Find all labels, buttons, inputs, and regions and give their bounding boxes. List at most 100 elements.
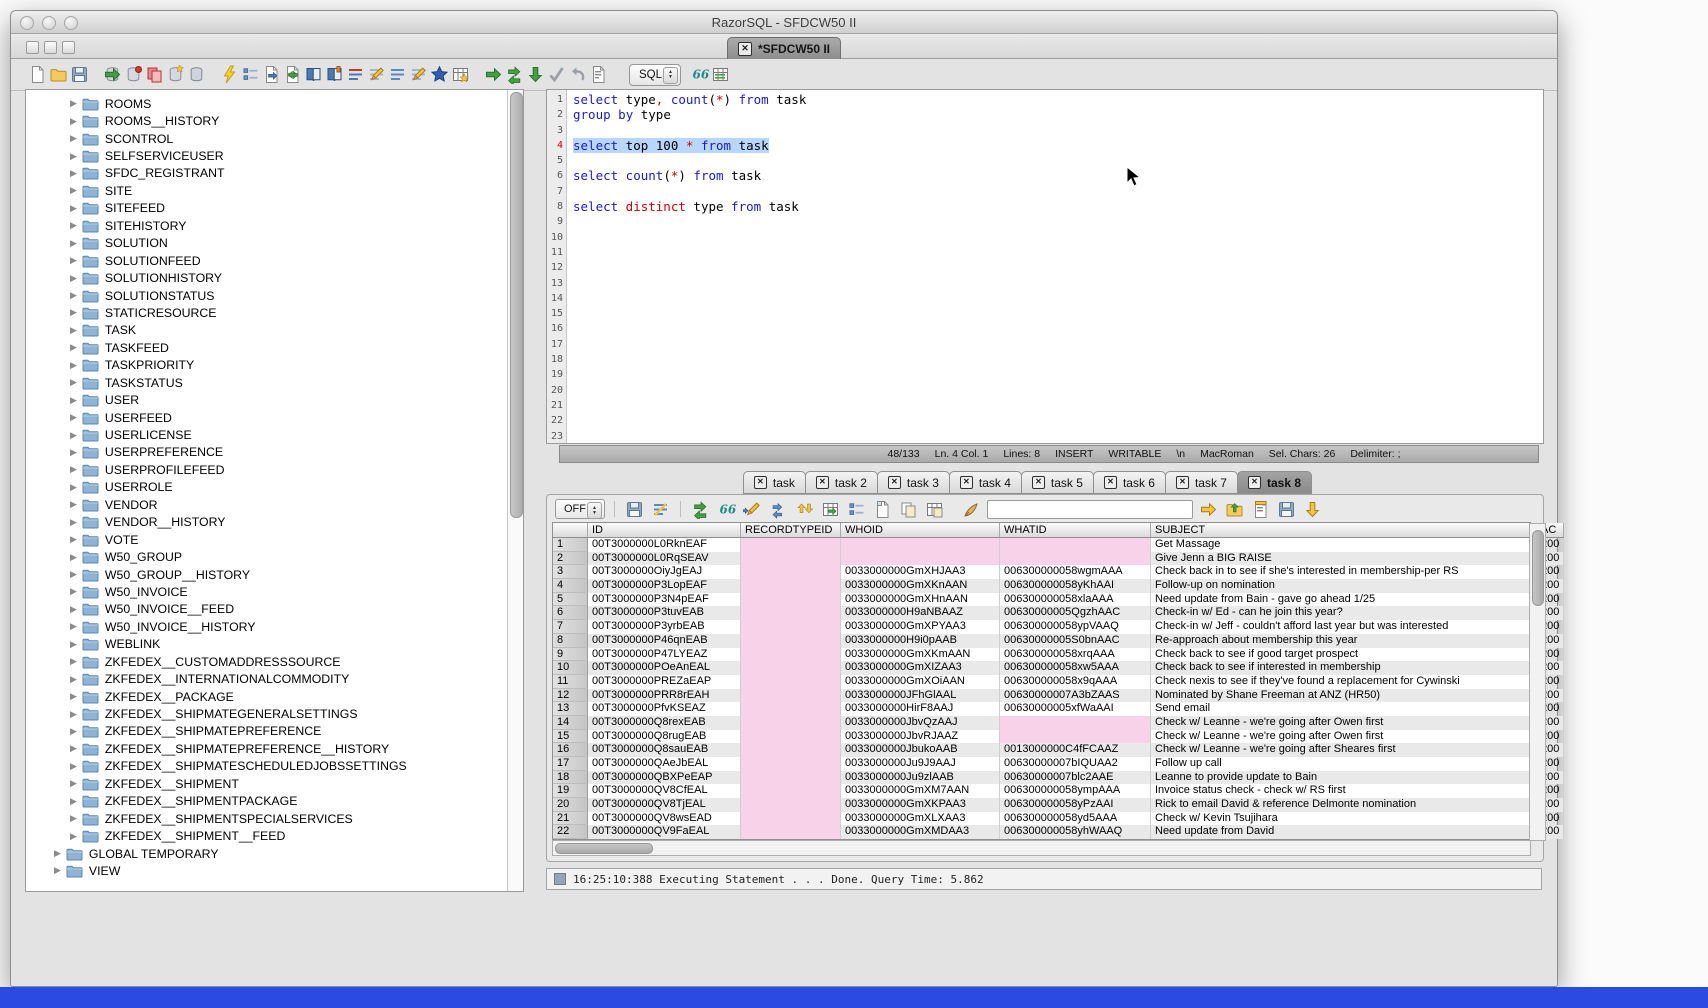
column-header-rownum[interactable] (553, 523, 588, 538)
new-connection-icon[interactable] (165, 64, 186, 85)
table-cell[interactable]: 0033000000H9i0pAAB (841, 634, 1000, 648)
frame-button-icon[interactable] (26, 41, 39, 54)
disclosure-triangle-icon[interactable]: ▶ (70, 203, 77, 214)
table-cell[interactable]: 00630000007blc2AAE (1000, 771, 1151, 785)
column-header-whoid[interactable]: WHOID (841, 523, 1000, 538)
table-row[interactable]: 100T3000000L0RknEAFGet Massage200 (553, 538, 1530, 552)
new-file-icon[interactable] (27, 64, 48, 85)
result-tab-task-7[interactable]: ✕task 7 (1165, 471, 1238, 494)
result-tab-task-5[interactable]: ✕task 5 (1021, 471, 1094, 494)
save-icon[interactable] (69, 64, 90, 85)
table-cell[interactable]: 006300000058xw5AAA (1000, 661, 1151, 675)
rollback-undo-icon[interactable] (567, 64, 588, 85)
sidebar-item-zkfedex-internationalcommodity[interactable]: ▶ZKFEDEX__INTERNATIONALCOMMODITY (26, 670, 523, 687)
statement-type-select[interactable]: SQL▲▼ (629, 64, 681, 86)
disclosure-triangle-icon[interactable]: ▶ (70, 621, 77, 632)
table-cell[interactable]: Check-in w/ Ed - can he join this year? (1151, 606, 1537, 620)
edit-cell-icon[interactable] (742, 499, 763, 520)
table-cell[interactable]: 006300000058xlaAAA (1000, 593, 1151, 607)
sidebar-item-userlicense[interactable]: ▶USERLICENSE (26, 426, 523, 443)
disconnect-database-icon[interactable] (123, 64, 144, 85)
download-icon[interactable] (1302, 499, 1323, 520)
favorites-star-icon[interactable] (429, 64, 450, 85)
table-cell[interactable]: 00630000007bIQUAA2 (1000, 757, 1151, 771)
sidebar-item-w50-invoice-history[interactable]: ▶W50_INVOICE__HISTORY (26, 618, 523, 635)
table-cell[interactable]: 006300000058x9qAAA (1000, 675, 1151, 689)
table-row[interactable]: 1400T3000000Q8rexEAB0033000000JbvQzAAJCh… (553, 716, 1530, 730)
close-tab-icon[interactable]: ✕ (754, 476, 767, 489)
table-cell[interactable]: Rick to email David & reference Delmonte… (1151, 798, 1537, 812)
table-cell[interactable] (741, 634, 841, 648)
edit-query-icon[interactable] (261, 64, 282, 85)
export-table-icon[interactable] (450, 64, 471, 85)
table-cell[interactable]: 00T3000000L0RknEAF (588, 538, 741, 552)
sidebar-item-solutionfeed[interactable]: ▶SOLUTIONFEED (26, 252, 523, 269)
disclosure-triangle-icon[interactable]: ▶ (70, 360, 77, 371)
export-results-icon[interactable] (1224, 499, 1245, 520)
sidebar-item-rooms-history[interactable]: ▶ROOMS__HISTORY (26, 112, 523, 129)
disclosure-triangle-icon[interactable]: ▶ (70, 290, 77, 301)
disclosure-triangle-icon[interactable]: ▶ (70, 168, 77, 179)
disclosure-triangle-icon[interactable]: ▶ (70, 151, 77, 162)
disclosure-triangle-icon[interactable]: ▶ (70, 743, 77, 754)
table-cell[interactable]: 006300000058wgmAAA (1000, 565, 1151, 579)
table-cell[interactable]: Check w/ Leanne - we're going after Owen… (1151, 730, 1537, 744)
disclosure-triangle-icon[interactable]: ▶ (70, 464, 77, 475)
disclosure-triangle-icon[interactable]: ▶ (70, 796, 77, 807)
disclosure-triangle-icon[interactable]: ▶ (70, 342, 77, 353)
sidebar-item-zkfedex-shipmatepreference-history[interactable]: ▶ZKFEDEX__SHIPMATEPREFERENCE__HISTORY (26, 740, 523, 757)
table-cell[interactable]: 0033000000GmXKnAAN (841, 579, 1000, 593)
result-tab-task-3[interactable]: ✕task 3 (877, 471, 950, 494)
table-cell[interactable]: 0033000000JbvRJAAZ (841, 730, 1000, 744)
table-cell[interactable]: Invoice status check - check w/ RS first (1151, 784, 1537, 798)
table-row[interactable]: 2000T3000000QV8TjEAL0033000000GmXKPAA300… (553, 798, 1530, 812)
table-cell[interactable] (741, 757, 841, 771)
table-cell[interactable]: 00T3000000Q8rugEAB (588, 730, 741, 744)
disclosure-triangle-icon[interactable]: ▶ (70, 778, 77, 789)
table-cell[interactable] (1000, 716, 1151, 730)
sql-code-area[interactable]: select type, count(*) from taskgroup by … (567, 90, 1543, 443)
close-tab-icon[interactable]: ✕ (816, 476, 829, 489)
sidebar-item-taskpriority[interactable]: ▶TASKPRIORITY (26, 357, 523, 374)
table-row[interactable]: 2200T3000000QV9FaEAL0033000000GmXMDAA300… (553, 825, 1530, 839)
result-tab-task-4[interactable]: ✕task 4 (949, 471, 1022, 494)
execute-all-icon[interactable] (504, 64, 525, 85)
table-row[interactable]: 400T3000000P3LopEAF0033000000GmXKnAAN006… (553, 579, 1530, 593)
frame-button-icon[interactable] (62, 41, 75, 54)
disclosure-triangle-icon[interactable]: ▶ (54, 865, 61, 876)
table-cell[interactable] (1000, 552, 1151, 566)
sidebar-item-selfserviceuser[interactable]: ▶SELFSERVICEUSER (26, 147, 523, 164)
table-row[interactable]: 200T3000000L0RqSEAVGive Jenn a BIG RAISE… (553, 552, 1530, 566)
close-window-icon[interactable] (20, 16, 34, 30)
disclosure-triangle-icon[interactable]: ▶ (70, 691, 77, 702)
table-cell[interactable]: 0013000000C4fFCAAZ (1000, 743, 1151, 757)
frame-button-icon[interactable] (44, 41, 57, 54)
sidebar-item-zkfedex-shipment[interactable]: ▶ZKFEDEX__SHIPMENT (26, 775, 523, 792)
commit-check-icon[interactable] (546, 64, 567, 85)
disclosure-triangle-icon[interactable]: ▶ (70, 639, 77, 650)
disclosure-triangle-icon[interactable]: ▶ (70, 412, 77, 423)
disclosure-triangle-icon[interactable]: ▶ (70, 98, 77, 109)
disclosure-triangle-icon[interactable]: ▶ (70, 499, 77, 510)
disclosure-triangle-icon[interactable]: ▶ (70, 133, 77, 144)
disclosure-triangle-icon[interactable]: ▶ (70, 447, 77, 458)
disclosure-triangle-icon[interactable]: ▶ (70, 552, 77, 563)
sidebar-item-zkfedex-customaddresssource[interactable]: ▶ZKFEDEX__CUSTOMADDRESSSOURCE (26, 653, 523, 670)
disclosure-triangle-icon[interactable]: ▶ (70, 726, 77, 737)
table-cell[interactable]: Send email (1151, 702, 1537, 716)
table-cell[interactable]: Check back in to see if she's interested… (1151, 565, 1537, 579)
table-cell[interactable]: Re-approach about membership this year (1151, 634, 1537, 648)
table-cell[interactable] (1000, 730, 1151, 744)
sidebar-item-zkfedex-shipmatepreference[interactable]: ▶ZKFEDEX__SHIPMATEPREFERENCE (26, 723, 523, 740)
spectacles-icon[interactable]: 66 (716, 499, 737, 520)
table-cell[interactable]: 006300000058yKhAAI (1000, 579, 1151, 593)
execute-sql-icon[interactable] (219, 64, 240, 85)
open-file-icon[interactable] (48, 64, 69, 85)
sidebar-item-vendor-history[interactable]: ▶VENDOR__HISTORY (26, 514, 523, 531)
table-cell[interactable]: Get Massage (1151, 538, 1537, 552)
sidebar-item-zkfedex-shipmategeneralsettings[interactable]: ▶ZKFEDEX__SHIPMATEGENERALSETTINGS (26, 705, 523, 722)
table-cell[interactable]: 0033000000GmXKmAAN (841, 648, 1000, 662)
table-cell[interactable]: 00T3000000PRR8rEAH (588, 689, 741, 703)
table-cell[interactable]: 00T3000000OiyJgEAJ (588, 565, 741, 579)
disclosure-triangle-icon[interactable]: ▶ (70, 395, 77, 406)
